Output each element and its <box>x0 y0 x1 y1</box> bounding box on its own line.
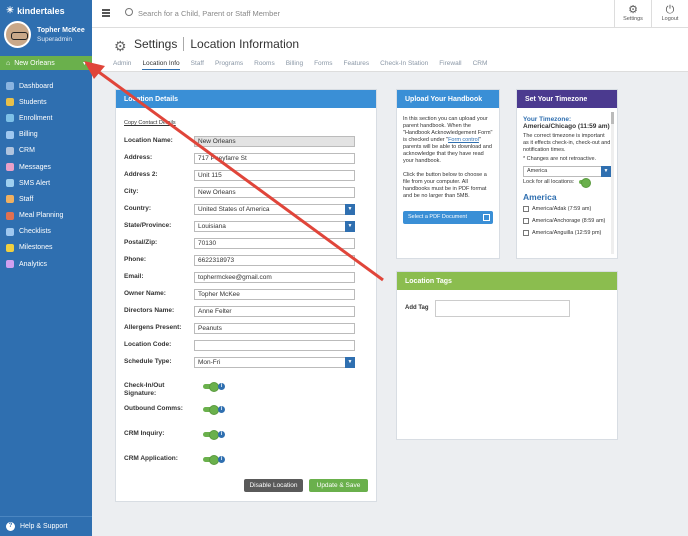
arrow-line <box>95 68 384 282</box>
arrow-head <box>84 61 105 79</box>
annotation-arrow <box>84 61 384 282</box>
